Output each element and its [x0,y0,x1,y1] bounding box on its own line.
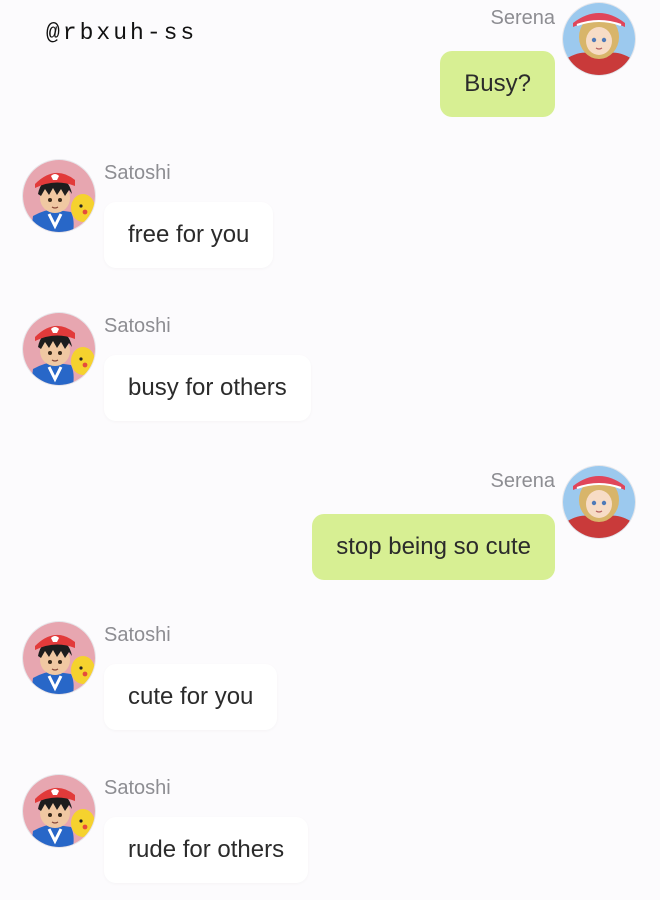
serena-avatar-icon[interactable] [563,466,635,538]
sender-name: Satoshi [104,777,171,799]
satoshi-avatar-icon[interactable] [23,622,95,694]
message-bubble[interactable]: cute for you [104,664,278,730]
sender-name: Serena [490,470,556,492]
message-bubble[interactable]: stop being so cute [312,514,555,580]
satoshi-avatar-icon[interactable] [23,313,95,385]
sender-name: Satoshi [104,624,171,646]
message-bubble[interactable]: busy for others [104,355,311,421]
serena-avatar-icon[interactable] [563,3,635,75]
sender-name: Serena [490,7,556,29]
sender-name: Satoshi [104,315,171,337]
message-bubble[interactable]: rude for others [104,817,309,883]
satoshi-avatar-icon[interactable] [23,775,95,847]
sender-name: Satoshi [104,162,171,184]
watermark-handle: @rbxuh-ss [46,20,198,46]
satoshi-avatar-icon[interactable] [23,160,95,232]
message-bubble[interactable]: Busy? [440,51,555,117]
message-bubble[interactable]: free for you [104,202,274,268]
